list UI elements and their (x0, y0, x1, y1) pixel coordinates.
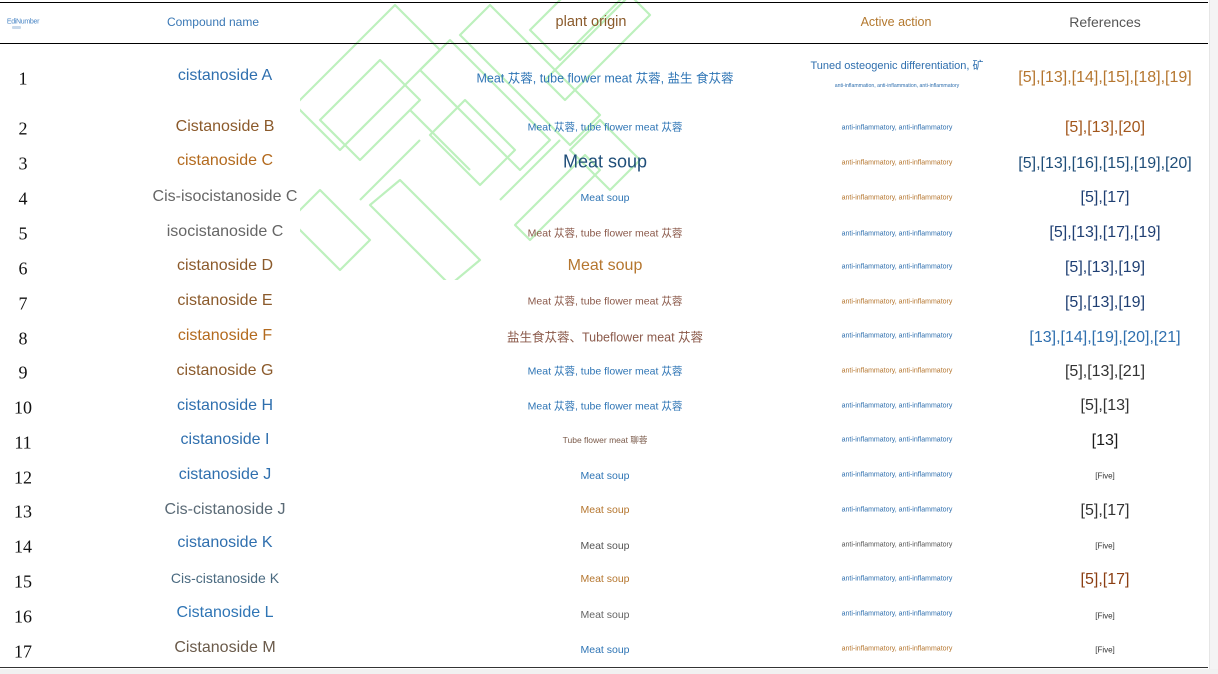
plant-origin: Meat soup (580, 192, 630, 204)
row-number: 6 (18, 258, 28, 279)
active-action: anti-inflammatory, anti-inflammatory (841, 541, 953, 549)
compound-name: cistanoside D (176, 257, 274, 274)
plant-origin: Meat 苁蓉, tube flower meat 苁蓉 (527, 400, 683, 413)
active-action: anti-inflammatory, anti-inflammatory (841, 298, 953, 306)
row-number: 16 (14, 606, 32, 627)
plant-origin: Tube flower meat 聊蓉 (562, 435, 648, 445)
references: [5],[17] (1080, 502, 1130, 519)
active-action: anti-inflammatory, anti-inflammatory (841, 230, 953, 238)
references: [5],[13],[21] (1064, 363, 1146, 380)
compound-name: Cis-cistanoside K (170, 570, 280, 586)
compound-name: cistanoside A (177, 67, 273, 84)
references: [Five] (1095, 645, 1115, 655)
references: [Five] (1095, 541, 1115, 551)
header-tag-icon (12, 26, 21, 29)
compound-name: cistanoside J (178, 466, 272, 483)
active-action: anti-inflammatory, anti-inflammatory (841, 506, 953, 514)
page-right-edge (1209, 0, 1218, 674)
plant-origin: Meat soup (580, 609, 630, 621)
row-number: 5 (18, 223, 28, 244)
active-action: anti-inflammatory, anti-inflammatory (841, 159, 953, 167)
references: [Five] (1095, 611, 1115, 621)
table-top-rule (0, 2, 1208, 3)
row-number: 17 (14, 641, 32, 662)
references: [5],[17] (1080, 189, 1130, 206)
compound-name: Cistanoside M (174, 639, 276, 656)
references: [13],[14],[19],[20],[21] (1029, 329, 1181, 346)
table-bottom-rule (0, 667, 1208, 668)
compound-name: Cis-isocistanoside C (152, 188, 298, 205)
references: [5],[13],[20] (1064, 119, 1146, 136)
row-number: 10 (14, 397, 32, 418)
header-plant-origin: plant origin (555, 14, 627, 30)
row-number: 9 (18, 362, 28, 383)
plant-origin: Meat soup (580, 540, 630, 552)
table-header-rule (0, 43, 1208, 44)
row-number: 3 (18, 153, 28, 174)
plant-origin: Meat soup (562, 151, 648, 172)
plant-origin: Meat 苁蓉, tube flower meat 苁蓉 (527, 295, 683, 308)
plant-origin: 盐生食苁蓉、Tubeflower meat 苁蓉 (506, 330, 704, 345)
compound-name: cistanoside G (176, 362, 274, 379)
plant-origin: Meat 苁蓉, tube flower meat 苁蓉 (527, 365, 683, 378)
active-action: anti-inflammatory, anti-inflammatory (841, 194, 953, 202)
plant-origin: Meat soup (580, 504, 630, 516)
compound-name: Cistanoside L (176, 604, 274, 621)
row-number: 15 (14, 571, 32, 592)
page-bottom-strip (0, 669, 1218, 674)
references: [5],[13],[14],[15],[18],[19] (1018, 69, 1192, 86)
plant-origin: Meat soup (580, 470, 630, 482)
plant-origin: Meat 苁蓉, tube flower meat 苁蓉, 盐生 食苁蓉 (476, 71, 734, 86)
header-active-action: Active action (860, 15, 932, 29)
active-action-line: Tuned osteogenic differentiation, 矿 (810, 60, 984, 72)
compound-name: cistanoside K (177, 534, 273, 551)
plant-origin: Meat soup (567, 257, 643, 274)
active-action: Tuned osteogenic differentiation, 矿 anti… (810, 59, 983, 95)
row-number: 14 (14, 536, 32, 557)
references: [5],[13],[19] (1064, 294, 1146, 311)
plant-origin: Meat soup (580, 573, 630, 585)
references: [Five] (1095, 471, 1115, 481)
references: [5],[17] (1080, 571, 1130, 588)
active-action: anti-inflammatory, anti-inflammatory (841, 332, 953, 340)
active-action: anti-inflammatory, anti-inflammatory (841, 575, 953, 583)
active-action: anti-inflammatory, anti-inflammatory (841, 610, 953, 618)
row-number: 12 (14, 467, 32, 488)
plant-origin: Meat soup (580, 644, 630, 656)
row-number: 8 (18, 328, 28, 349)
compound-table-page: EdiNumber Compound name plant origin Act… (0, 0, 1218, 674)
references: [5],[13],[17],[19] (1049, 224, 1161, 241)
compound-name: isocistanoside C (166, 223, 284, 240)
active-action-subline: anti-inflammation, anti-inflammation, an… (834, 83, 960, 89)
header-references: References (1069, 14, 1141, 30)
compound-name: cistanoside C (176, 152, 274, 169)
plant-origin: Meat 苁蓉, tube flower meat 苁蓉 (527, 121, 683, 134)
row-number: 4 (18, 188, 28, 209)
compound-name: cistanoside H (176, 397, 274, 414)
references: [13] (1091, 432, 1119, 449)
row-number: 2 (18, 118, 28, 139)
references: [5],[13] (1080, 397, 1130, 414)
compound-name: cistanoside E (177, 292, 273, 309)
compound-name: cistanoside F (177, 327, 273, 344)
header-number: EdiNumber (6, 18, 40, 26)
compound-name: cistanoside I (180, 431, 270, 448)
row-number: 13 (14, 501, 32, 522)
active-action: anti-inflammatory, anti-inflammatory (841, 124, 953, 132)
references: [5],[13],[19] (1064, 259, 1146, 276)
compound-name: Cistanoside B (175, 118, 275, 135)
plant-origin: Meat 苁蓉, tube flower meat 苁蓉 (527, 227, 683, 240)
references: [5],[13],[16],[15],[19],[20] (1018, 155, 1192, 172)
header-compound-name: Compound name (166, 15, 260, 29)
active-action: anti-inflammatory, anti-inflammatory (841, 436, 953, 444)
row-number: 1 (18, 68, 28, 89)
row-number: 7 (18, 293, 28, 314)
row-number: 11 (14, 432, 32, 453)
active-action: anti-inflammatory, anti-inflammatory (841, 645, 953, 653)
active-action: anti-inflammatory, anti-inflammatory (841, 471, 953, 479)
active-action: anti-inflammatory, anti-inflammatory (841, 263, 953, 271)
active-action: anti-inflammatory, anti-inflammatory (841, 402, 953, 410)
compound-name: Cis-cistanoside J (164, 501, 286, 518)
active-action: anti-inflammatory, anti-inflammatory (841, 367, 953, 375)
